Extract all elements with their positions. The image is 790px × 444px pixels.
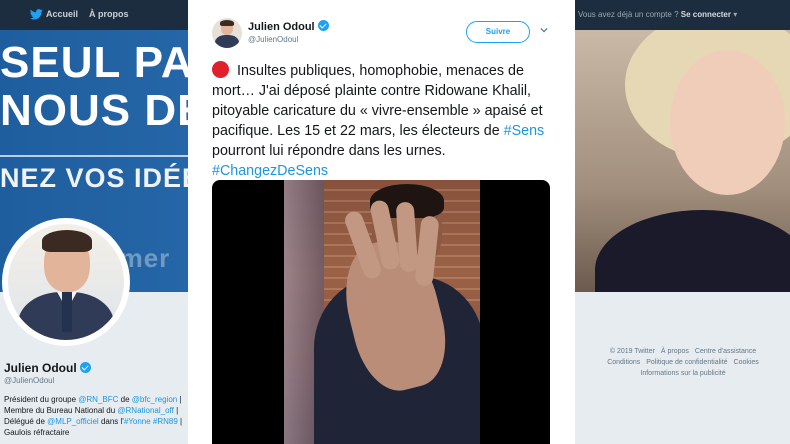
tweet-author-avatar[interactable]	[212, 18, 242, 48]
bio-text: dans l'	[98, 417, 124, 426]
bio-mention-mlp[interactable]: @MLP_officiel	[47, 417, 99, 426]
footer-link-privacy[interactable]: Politique de confidentialité	[646, 359, 727, 366]
hashtag-sens[interactable]: #Sens	[504, 123, 545, 139]
account-prompt: Vous avez déjà un compte ? Se connecter …	[578, 10, 737, 19]
follow-button[interactable]: Suivre	[466, 21, 530, 43]
profile-name[interactable]: Julien Odoul	[4, 361, 91, 375]
profile-bio: Président du groupe @RN_BFC de @bfc_regi…	[4, 394, 184, 438]
banner-text-line-2: NOUS DE	[0, 86, 208, 135]
bio-hashtag-yonne[interactable]: #Yonne	[124, 417, 151, 426]
verified-badge-icon	[79, 362, 91, 373]
profile-name-text: Julien Odoul	[4, 361, 77, 375]
bio-mention-rnational[interactable]: @RNational_off	[117, 406, 173, 415]
tweet-author-handle[interactable]: @JulienOdoul	[248, 35, 298, 44]
profile-avatar[interactable]	[8, 224, 124, 340]
red-circle-emoji-icon	[212, 61, 229, 78]
tweet-video[interactable]	[212, 180, 550, 444]
bio-mention-bfc-region[interactable]: @bfc_region	[132, 395, 177, 404]
banner-portrait-photo	[575, 30, 790, 292]
tweet-author-name-text: Julien Odoul	[248, 21, 315, 33]
profile-handle[interactable]: @JulienOdoul	[4, 376, 54, 385]
tweet-text-part: Insultes publiques, homophobie, menaces …	[212, 63, 543, 139]
footer-link-ads-info[interactable]: Informations sur la publicité	[640, 370, 725, 377]
nav-about[interactable]: À propos	[89, 9, 129, 19]
footer-link-help[interactable]: Centre d'assistance	[695, 348, 756, 355]
twitter-bird-icon[interactable]	[30, 9, 43, 20]
hashtag-changezdesens[interactable]: #ChangezDeSens	[212, 163, 328, 179]
bio-text: de	[118, 395, 132, 404]
chevron-down-icon[interactable]	[540, 26, 548, 34]
login-link[interactable]: Se connecter	[681, 10, 731, 19]
footer-copyright: © 2019 Twitter	[609, 348, 655, 355]
footer-link-about[interactable]: À propos	[661, 348, 689, 355]
banner-text-line-1: SEUL PA	[0, 38, 194, 87]
tweet-text: Insultes publiques, homophobie, menaces …	[212, 58, 552, 181]
nav-home[interactable]: Accueil	[46, 9, 78, 19]
footer-links: © 2019 Twitter À propos Centre d'assista…	[588, 346, 778, 379]
footer-link-cookies[interactable]: Cookies	[734, 359, 759, 366]
video-frame	[284, 180, 480, 444]
bio-text: Président du groupe	[4, 395, 79, 404]
footer-link-terms[interactable]: Conditions	[607, 359, 640, 366]
bio-hashtag-rn89[interactable]: #RN89	[153, 417, 178, 426]
tweet-modal: Julien Odoul @JulienOdoul Suivre Insulte…	[188, 0, 575, 444]
chevron-down-icon[interactable]: ▾	[733, 10, 737, 19]
tweet-text-part: pourront lui répondre dans les urnes.	[212, 143, 446, 159]
tweet-author-name[interactable]: Julien Odoul	[248, 19, 329, 33]
bio-mention-rn-bfc[interactable]: @RN_BFC	[78, 395, 118, 404]
verified-badge-icon	[317, 20, 329, 31]
banner-divider	[0, 155, 200, 157]
account-prompt-text: Vous avez déjà un compte ?	[578, 10, 679, 19]
